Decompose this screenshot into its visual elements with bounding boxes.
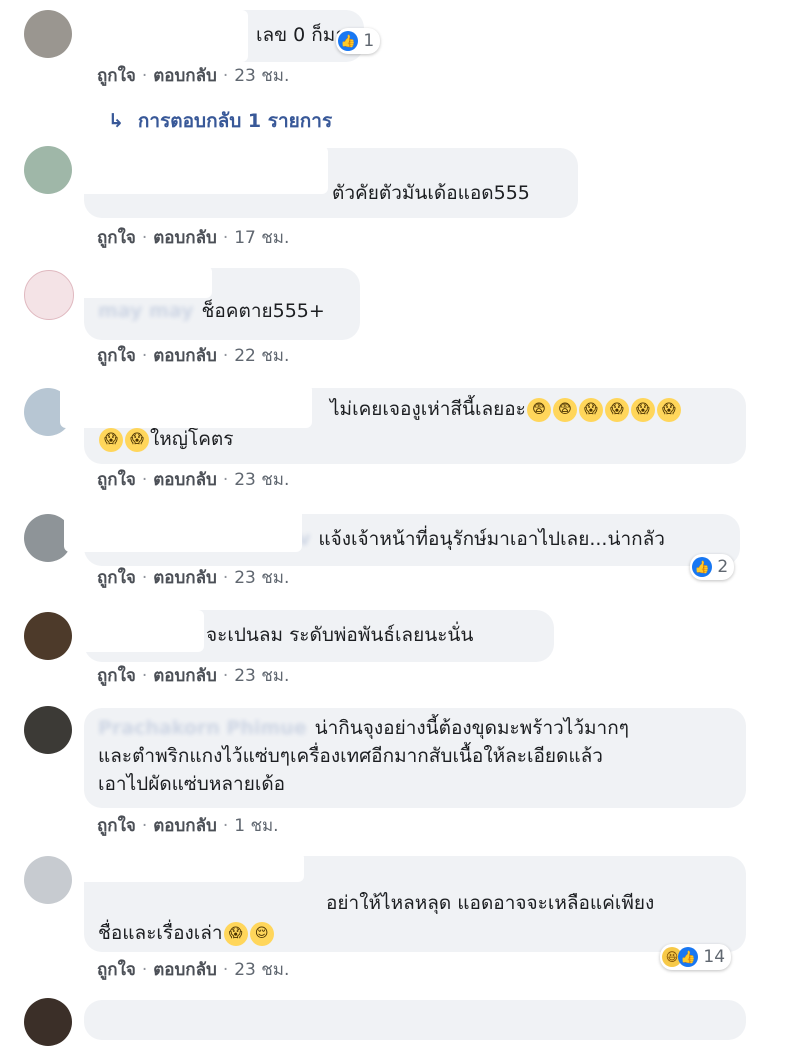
view-replies-link[interactable]: ↳ การตอบกลับ 1 รายการ bbox=[108, 108, 332, 134]
reaction-count[interactable]: 👍 1 bbox=[336, 28, 381, 54]
comment-text: เลข 0 ก็มา bbox=[256, 24, 346, 46]
commenter-avatar[interactable] bbox=[24, 998, 72, 1046]
like-button[interactable]: ถูกใจ bbox=[97, 568, 136, 588]
comment-text: ชื่อและเรื่องเล่า bbox=[98, 922, 223, 944]
comment-text: เอาไปผัดแซ่บหลายเด้อ bbox=[98, 773, 286, 795]
like-button[interactable]: ถูกใจ bbox=[97, 470, 136, 490]
reaction-count[interactable]: 😆 👍 14 bbox=[660, 944, 732, 970]
like-button[interactable]: ถูกใจ bbox=[97, 346, 136, 366]
comment-text: ตัวคัยตัวมันเด้อแอด555 bbox=[332, 182, 530, 204]
comment-text: ใหญ่โคตร bbox=[150, 428, 234, 450]
comment-time[interactable]: 23 ชม. bbox=[234, 960, 289, 980]
comment-text: และตำพริกแกงไว้แซ่บๆเครื่องเทศอีกมากสับเ… bbox=[98, 745, 603, 767]
emoji: 😨 bbox=[552, 397, 577, 422]
reply-button[interactable]: ตอบกลับ bbox=[153, 346, 217, 366]
comment-actions: ถูกใจ · ตอบกลับ · 23 ชม. bbox=[97, 568, 290, 588]
reply-button[interactable]: ตอบกลับ bbox=[153, 666, 217, 686]
commenter-avatar[interactable] bbox=[24, 612, 72, 660]
emoji: 😱 bbox=[99, 427, 123, 452]
reply-button[interactable]: ตอบกลับ bbox=[153, 470, 217, 490]
comment-text: อย่าให้ไหลหลุด แอดอาจจะเหลือแค่เพียง bbox=[326, 892, 655, 914]
like-button[interactable]: ถูกใจ bbox=[97, 228, 136, 248]
comment-time[interactable]: 23 ชม. bbox=[234, 568, 289, 588]
like-reaction-icon: 👍 bbox=[692, 557, 712, 577]
emoji: 😨 bbox=[526, 397, 551, 422]
comment-bubble: Prachakorn Phimue น่ากินจุงอย่างนี้ต้องขุ… bbox=[84, 708, 746, 808]
emoji: 😱 bbox=[223, 921, 248, 946]
commenter-avatar[interactable] bbox=[24, 706, 72, 754]
like-reaction-icon: 👍 bbox=[338, 31, 358, 51]
commenter-name[interactable]: Prachakorn Phimue bbox=[98, 717, 307, 739]
redacted-name bbox=[76, 610, 204, 652]
reply-button[interactable]: ตอบกลับ bbox=[153, 960, 217, 980]
like-button[interactable]: ถูกใจ bbox=[97, 816, 136, 836]
comment-actions: ถูกใจ · ตอบกลับ · 22 ชม. bbox=[97, 346, 290, 366]
comment-text: แจ้งเจ้าหน้าที่อนุรักษ์มาเอาไปเลย...น่าก… bbox=[318, 528, 665, 550]
redacted-name bbox=[76, 852, 304, 882]
redacted-name bbox=[60, 384, 312, 428]
comment-time[interactable]: 23 ชม. bbox=[234, 470, 289, 490]
reply-button[interactable]: ตอบกลับ bbox=[153, 568, 217, 588]
redacted-name bbox=[64, 508, 302, 552]
like-button[interactable]: ถูกใจ bbox=[97, 666, 136, 686]
comment-time[interactable]: 22 ชม. bbox=[234, 346, 289, 366]
reply-button[interactable]: ตอบกลับ bbox=[153, 66, 217, 86]
redacted-name bbox=[76, 10, 248, 62]
comment-time[interactable]: 23 ชม. bbox=[234, 666, 289, 686]
comment-actions: ถูกใจ · ตอบกลับ · 17 ชม. bbox=[97, 228, 290, 248]
like-button[interactable]: ถูกใจ bbox=[97, 66, 136, 86]
comment-actions: ถูกใจ · ตอบกลับ · 23 ชม. bbox=[97, 66, 290, 86]
emoji: 😱 bbox=[604, 397, 629, 422]
redacted-name bbox=[76, 146, 328, 194]
commenter-avatar[interactable] bbox=[24, 10, 72, 58]
emoji: 😱 bbox=[578, 397, 603, 422]
comment-text: จะเปนลม ระดับพ่อพันธ์เลยนะนั่น bbox=[206, 624, 474, 646]
comment-time[interactable]: 17 ชม. bbox=[234, 228, 289, 248]
comment-text: น่ากินจุงอย่างนี้ต้องขุดมะพร้าวไว้มากๆ bbox=[314, 717, 629, 739]
reaction-count[interactable]: 👍 2 bbox=[690, 554, 735, 580]
emoji: 😌 bbox=[249, 921, 274, 946]
comment-actions: ถูกใจ · ตอบกลับ · 23 ชม. bbox=[97, 960, 290, 980]
like-reaction-icon: 👍 bbox=[678, 947, 698, 967]
comment-time[interactable]: 1 ชม. bbox=[234, 816, 278, 836]
emoji: 😱 bbox=[125, 427, 149, 452]
redacted-name bbox=[76, 266, 212, 298]
emoji: 😱 bbox=[630, 397, 655, 422]
commenter-avatar[interactable] bbox=[24, 270, 74, 320]
comment-text: ช็อคตาย555+ bbox=[201, 300, 325, 322]
reply-button[interactable]: ตอบกลับ bbox=[153, 228, 217, 248]
reply-arrow-icon: ↳ bbox=[108, 110, 124, 132]
comment-actions: ถูกใจ · ตอบกลับ · 1 ชม. bbox=[97, 816, 279, 836]
comment-bubble bbox=[84, 1000, 746, 1040]
comment-time[interactable]: 23 ชม. bbox=[234, 66, 289, 86]
comment-text: ไม่เคยเจองูเห่าสีนี้เลยอะ bbox=[330, 398, 526, 420]
comment-actions: ถูกใจ · ตอบกลับ · 23 ชม. bbox=[97, 470, 290, 490]
reply-button[interactable]: ตอบกลับ bbox=[153, 816, 217, 836]
like-button[interactable]: ถูกใจ bbox=[97, 960, 136, 980]
commenter-avatar[interactable] bbox=[24, 856, 72, 904]
emoji: 😱 bbox=[656, 397, 681, 422]
comment-actions: ถูกใจ · ตอบกลับ · 23 ชม. bbox=[97, 666, 290, 686]
commenter-avatar[interactable] bbox=[24, 146, 72, 194]
commenter-name[interactable]: may may bbox=[98, 300, 193, 322]
